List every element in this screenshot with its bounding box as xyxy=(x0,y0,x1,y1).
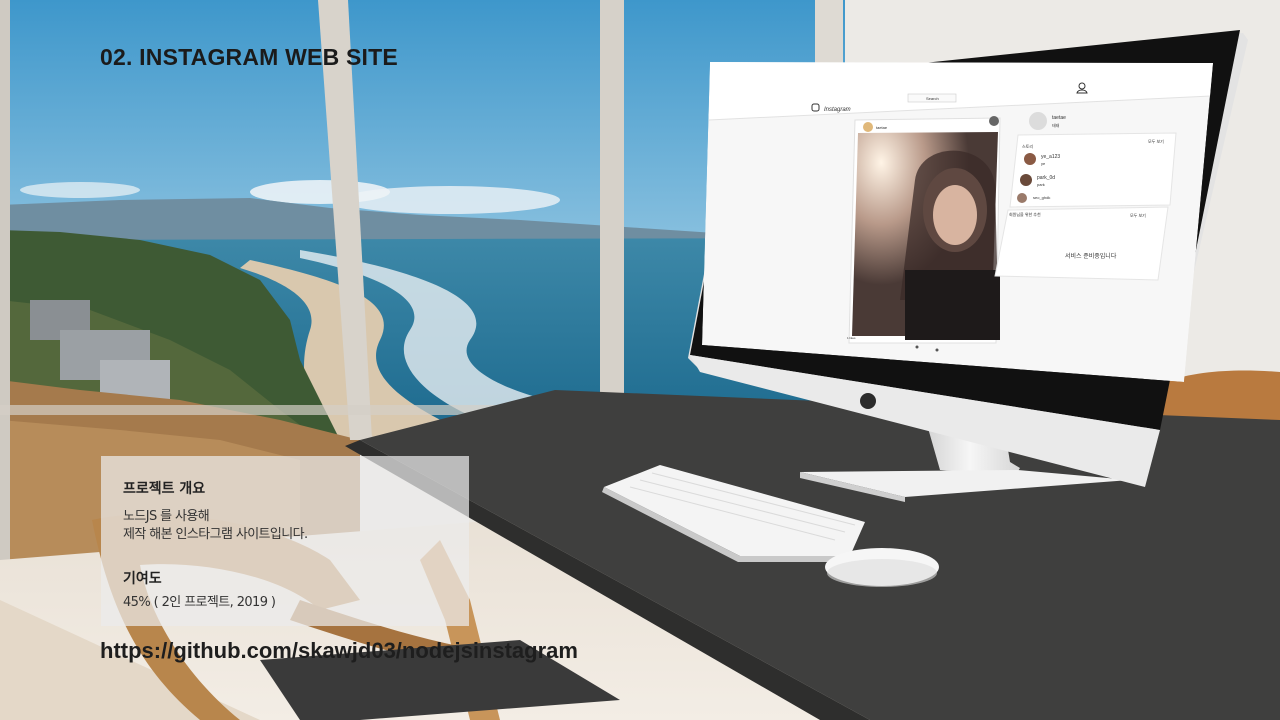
comment-icon[interactable] xyxy=(915,345,919,349)
mock-search-placeholder: Search xyxy=(926,96,939,101)
instagram-logo-icon xyxy=(811,103,820,112)
overview-heading: 프로젝트 개요 xyxy=(123,481,206,497)
mock-story-name: ye_a123 xyxy=(1041,154,1060,160)
mock-see-all[interactable]: 모두 보기 xyxy=(1148,138,1164,144)
share-icon[interactable] xyxy=(935,348,939,352)
mock-story-name: seo_ghdk xyxy=(1033,195,1050,200)
user-icon[interactable] xyxy=(1076,82,1088,94)
overview-line: 제작 해본 인스타그램 사이트입니다. xyxy=(123,527,308,542)
mock-story-sub: park xyxy=(1037,182,1045,187)
github-repo-link[interactable]: https://github.com/skawjd03/nodejsinstag… xyxy=(100,638,578,664)
project-info-box: 프로젝트 개요 노드JS 를 사용해 제작 해본 인스타그램 사이트입니다. 기… xyxy=(101,456,469,626)
mock-logo-text: Instagram xyxy=(824,107,851,113)
contribution-value: 45% ( 2인 프로젝트, 2019 ) xyxy=(123,595,276,610)
contribution-heading: 기여도 xyxy=(123,571,162,587)
overview-line: 노드JS 를 사용해 xyxy=(123,509,210,524)
mock-recommend-label: 회원님을 위한 추천 xyxy=(1009,211,1041,217)
mock-story-name: park_0d xyxy=(1037,175,1055,181)
mock-story-sub: ye xyxy=(1041,161,1046,166)
mock-profile-name: taetae xyxy=(1052,115,1066,121)
mock-likes-text: 1 likes xyxy=(847,336,856,340)
mock-stories-label: 스토리 xyxy=(1022,143,1033,149)
mock-service-message: 서비스 준비중입니다 xyxy=(1065,252,1117,260)
slide-title: 02. INSTAGRAM WEB SITE xyxy=(100,44,398,70)
mock-profile-sub: 태태 xyxy=(1052,122,1060,128)
mock-post-user: taetae xyxy=(876,125,888,130)
mock-recommend-see-all[interactable]: 모두 보기 xyxy=(1130,212,1146,218)
